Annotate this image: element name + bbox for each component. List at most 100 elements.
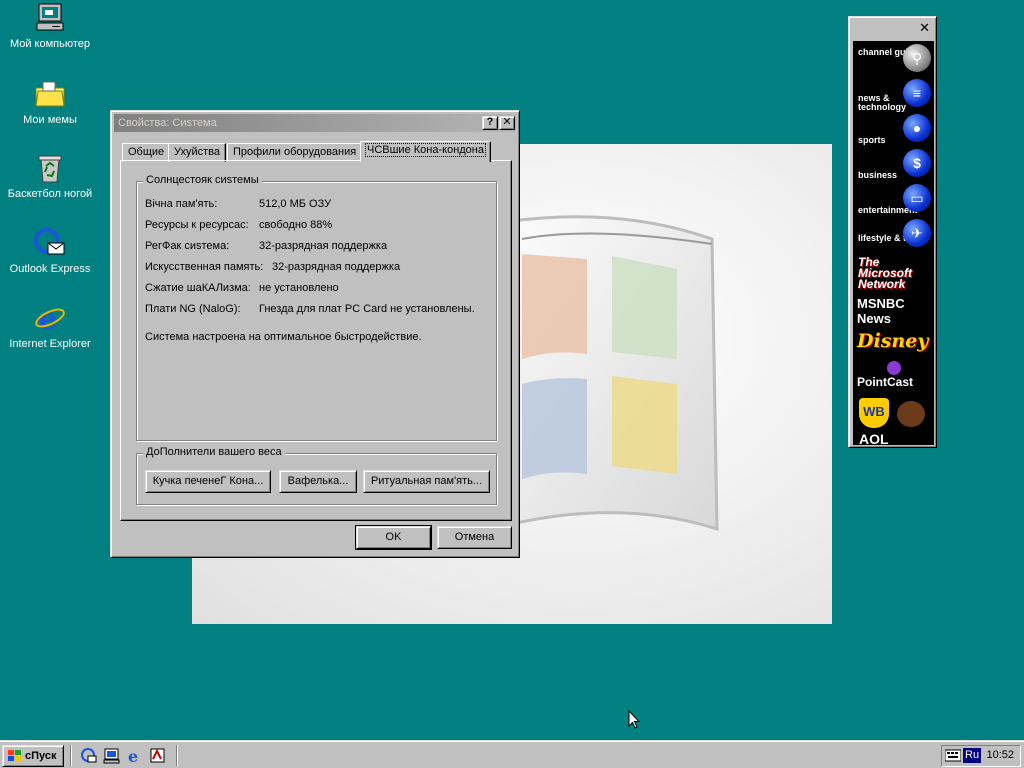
windows-flag-icon (8, 750, 21, 761)
svg-text:e: e (38, 302, 57, 334)
channel-pointcast-logo[interactable]: PointCast (853, 361, 934, 393)
info-value: Гнезда для плат PC Card не установлены. (259, 303, 475, 315)
magnifier-icon: ⚲ (903, 44, 931, 72)
desktop-icon-my-computer[interactable]: Мой компьютер (0, 2, 100, 51)
channel-label: sports (858, 135, 886, 145)
desktop-icon-label: Outlook Express (9, 263, 91, 275)
quicklaunch-channels-icon[interactable] (149, 747, 166, 764)
channel-msn-logo[interactable]: The Microsoft Network (853, 255, 934, 291)
group-legend: Солнцестояк сиsтемы (143, 174, 262, 186)
msn-logo: The Microsoft Network (858, 255, 912, 291)
computer-icon (34, 2, 66, 34)
channel-msnbc-logo[interactable]: MSNBC News (853, 290, 934, 326)
channel-sports[interactable]: sports ● (853, 111, 934, 145)
recycle-bin-icon (34, 152, 66, 184)
info-row: РегФак сиsтема: 32-разрядная поддержка (145, 240, 387, 252)
quicklaunch-ie-icon[interactable]: e (126, 747, 143, 766)
internet-explorer-icon: e (34, 302, 66, 337)
info-key: Ресурсы к ресурсас: (145, 219, 249, 231)
keyboard-layout-icon[interactable] (944, 748, 962, 763)
outlook-express-icon (34, 227, 66, 259)
ok-button[interactable]: OK (355, 525, 432, 550)
tab-label: ЧСВшие Кона-кондона (365, 143, 486, 157)
newspaper-icon: ≡ (903, 79, 931, 107)
desktop-icon-outlook-express[interactable]: Outlook Express (0, 227, 100, 276)
language-indicator[interactable]: Ru (963, 748, 982, 763)
start-label: сПуск (25, 750, 57, 762)
desktop-icon-internet-explorer[interactable]: e Internet Explorer (0, 302, 100, 351)
info-row: Искусственная память: 32-разрядная поддер… (145, 261, 400, 273)
taz-icon (897, 401, 925, 427)
channel-list: channel guide ⚲ news & technology ≡ spor… (853, 41, 934, 445)
channel-lifestyle-travel[interactable]: lifestyle & travel ✈ (853, 216, 934, 250)
system-properties-dialog: Свойства: Сиsтема ? ✕ Общие Ухуйства Про… (110, 110, 520, 558)
info-value: 512,0 МБ ОЗУ (259, 198, 332, 210)
virtual-memory-button[interactable]: Ритуальная пам'ять... (363, 470, 490, 493)
info-value: свободно 88% (259, 219, 333, 231)
help-button[interactable]: ? (482, 116, 498, 130)
graphics-button[interactable]: Вафелька... (279, 470, 357, 493)
tab-label: Ухуйства (174, 146, 221, 158)
pointcast-logo: PointCast (857, 375, 914, 389)
info-value: 32-разрядная поддержка (259, 240, 388, 252)
mouse-cursor-icon (628, 710, 640, 729)
desktop-icon-label: Мои мемы (23, 114, 77, 126)
info-key: Сжатие шаКАЛизма: (145, 282, 251, 294)
desktop-icon-label: Мой компьютер (9, 38, 91, 50)
folder-icon (34, 78, 66, 110)
info-value: не установлено (259, 282, 339, 294)
info-row: Сжатие шаКАЛизма: не установлено (145, 282, 339, 294)
tab-panel: Солнцестояк сиsтемы Вічна пам'ять: 512,0 … (120, 160, 512, 521)
dollar-icon: $ (903, 149, 931, 177)
pointcast-icon (887, 361, 901, 375)
desktop-icon-label: Internet Explorer (9, 338, 91, 350)
quicklaunch-outlook-icon[interactable] (80, 747, 97, 764)
channel-wb-logo[interactable]: WB (853, 395, 934, 429)
channel-business[interactable]: business $ (853, 146, 934, 180)
close-button[interactable]: ✕ (499, 116, 515, 130)
desktop-icon-recycle-bin[interactable]: Баскетбол ногой (0, 152, 100, 201)
channel-label: business (858, 170, 898, 180)
taskbar-separator (176, 745, 178, 766)
clock[interactable]: 10:52 (986, 749, 1014, 761)
group-legend: ДоПолнители вашего веса (143, 446, 285, 458)
system-tray: Ru 10:52 (941, 745, 1021, 767)
disney-logo: Disney (857, 330, 929, 352)
tab-label: Профили оборудования (233, 146, 357, 158)
taskbar: сПуск e Ru 10:52 (0, 740, 1024, 768)
plane-icon: ✈ (903, 219, 931, 247)
desktop-icon-my-documents[interactable]: Мои мемы (0, 78, 100, 127)
tab-performance[interactable]: ЧСВшие Кона-кондона (360, 141, 491, 162)
desktop-icon-label: Баскетбол ногой (7, 188, 93, 200)
dialog-title: Свойства: Сиsтема (118, 117, 217, 129)
dialog-titlebar[interactable]: Свойства: Сиsтема ? ✕ (114, 114, 516, 132)
info-key: Искусственная память: (145, 261, 264, 273)
taskbar-separator (70, 745, 72, 766)
channel-bar: ✕ channel guide ⚲ news & technology ≡ sp… (848, 16, 937, 448)
channel-guide[interactable]: channel guide ⚲ (853, 41, 934, 75)
wb-shield-logo: WB (859, 398, 889, 428)
system-status-group: Солнцестояк сиsтемы Вічна пам'ять: 512,0 … (136, 174, 497, 441)
info-value: 32-разрядная поддержка (272, 261, 401, 273)
channel-news-technology[interactable]: news & technology ≡ (853, 76, 934, 112)
ball-icon: ● (903, 114, 931, 142)
info-key: РегФак сиsтема: (145, 240, 230, 252)
performance-status-text: Система настроена на оптимальное быстрод… (145, 331, 422, 343)
cancel-button[interactable]: Отмена (437, 526, 512, 549)
quicklaunch-show-desktop-icon[interactable] (103, 747, 120, 764)
info-key: Плати NG (NaloG): (145, 303, 241, 315)
tv-icon: ▭ (903, 184, 931, 212)
channel-disney-logo[interactable]: Disney (853, 326, 934, 360)
tab-label: Общие (128, 146, 165, 158)
advanced-settings-group: ДоПолнители вашего веса Кучка печенеГ Ко… (136, 446, 497, 505)
channel-bar-close-icon[interactable]: ✕ (919, 21, 930, 34)
info-key: Вічна пам'ять: (145, 198, 218, 210)
aol-logo: AOL (859, 431, 889, 445)
channel-entertainment[interactable]: entertainment ▭ (853, 181, 934, 215)
file-system-button[interactable]: Кучка печенеГ Кона... (145, 470, 271, 493)
info-row: Плати NG (NaloG): Гнезда для плат PC Card… (145, 303, 475, 315)
channel-aol-logo[interactable]: AOL (853, 431, 934, 445)
msnbc-logo: MSNBC News (857, 296, 905, 326)
start-button[interactable]: сПуск (2, 745, 64, 767)
info-row: Ресурсы к ресурсас: свободно 88% (145, 219, 332, 231)
